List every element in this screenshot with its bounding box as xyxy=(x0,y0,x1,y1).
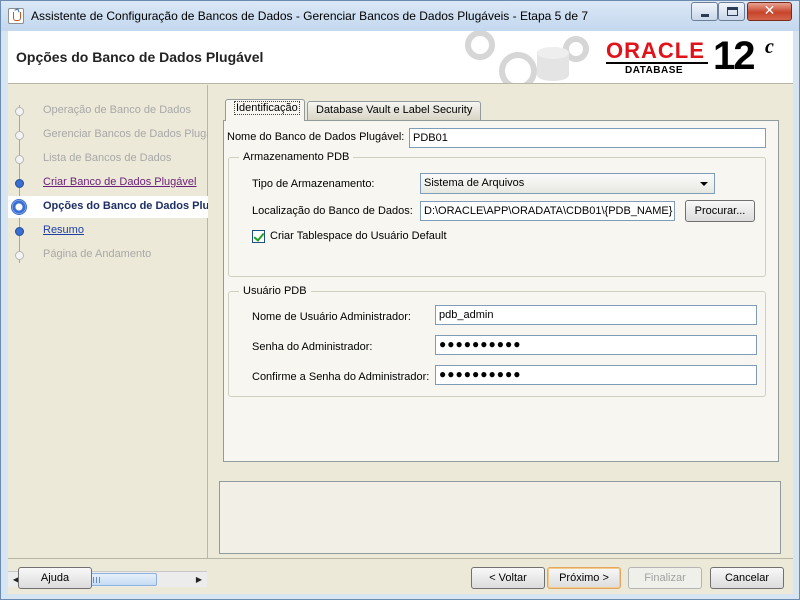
steps-panel: Operação de Banco de Dados Gerenciar Ban… xyxy=(8,85,208,587)
pdb-user-group: Usuário PDB Nome de Usuário Administrado… xyxy=(228,285,766,397)
chevron-down-icon xyxy=(700,182,708,186)
identificacao-tab-panel: Nome do Banco de Dados Plugável: PDB01 A… xyxy=(223,120,779,462)
admin-user-label: Nome de Usuário Administrador: xyxy=(252,311,411,323)
step-dot-icon xyxy=(15,251,24,260)
storage-type-select[interactable]: Sistema de Arquivos xyxy=(420,173,715,194)
back-button[interactable]: < Voltar xyxy=(471,567,545,589)
window-title: Assistente de Configuração de Bancos de … xyxy=(31,9,588,23)
confirm-password-input[interactable]: ●●●●●●●●●● xyxy=(435,365,757,385)
current-step-icon xyxy=(11,199,27,215)
location-label: Localização do Banco de Dados: xyxy=(252,205,413,217)
tablespace-checkbox-label[interactable]: Criar Tablespace do Usuário Default xyxy=(270,230,447,242)
tab-label: Identificação xyxy=(234,101,300,115)
logo-divider xyxy=(606,62,708,64)
step-dot-icon xyxy=(15,155,24,164)
pdb-name-label: Nome do Banco de Dados Plugável: xyxy=(227,131,405,143)
step-resumo[interactable]: Resumo xyxy=(8,220,208,242)
close-button[interactable]: ✕ xyxy=(747,2,792,21)
pdb-name-input[interactable]: PDB01 xyxy=(409,128,766,148)
tab-label: Database Vault e Label Security xyxy=(316,104,473,116)
close-icon: ✕ xyxy=(763,3,776,19)
wizard-header: Opções do Banco de Dados Plugável ORACLE xyxy=(8,31,793,84)
finish-button: Finalizar xyxy=(628,567,702,589)
gears-decoration-icon xyxy=(465,31,589,83)
tab-identificacao[interactable]: Identificação xyxy=(225,99,305,121)
content-panel: Identificação Database Vault e Label Sec… xyxy=(219,85,793,558)
minimize-button[interactable] xyxy=(691,2,718,21)
step-gerenciar: Gerenciar Bancos de Dados Plugá xyxy=(8,124,208,146)
minimize-icon xyxy=(701,14,709,17)
step-label: Lista de Bancos de Dados xyxy=(43,152,172,164)
step-label[interactable]: Criar Banco de Dados Plugável xyxy=(43,176,196,188)
maximize-button[interactable] xyxy=(718,2,745,21)
admin-user-input[interactable]: pdb_admin xyxy=(435,305,757,325)
step-andamento: Página de Andamento xyxy=(8,244,208,266)
java-app-icon xyxy=(8,8,24,24)
tab-database-vault[interactable]: Database Vault e Label Security xyxy=(307,101,481,120)
tablespace-checkbox[interactable] xyxy=(252,230,265,243)
message-area xyxy=(219,481,781,554)
step-label[interactable]: Resumo xyxy=(43,224,84,236)
next-button[interactable]: Próximo > xyxy=(547,567,621,589)
step-dot-icon xyxy=(15,107,24,116)
admin-password-label: Senha do Administrador: xyxy=(252,341,373,353)
cancel-button[interactable]: Cancelar xyxy=(710,567,784,589)
storage-type-label: Tipo de Armazenamento: xyxy=(252,178,375,190)
storage-type-value: Sistema de Arquivos xyxy=(424,177,525,189)
step-label: Página de Andamento xyxy=(43,248,152,260)
step-operacao: Operação de Banco de Dados xyxy=(8,100,208,122)
version-logo: 12 xyxy=(713,34,755,78)
footer-divider xyxy=(8,558,793,559)
page-title: Opções do Banco de Dados Plugável xyxy=(16,49,264,65)
step-dot-icon xyxy=(15,131,24,140)
database-logo-text: DATABASE xyxy=(625,65,684,76)
browse-button[interactable]: Procurar... xyxy=(685,200,755,222)
location-input[interactable]: D:\ORACLE\APP\ORADATA\CDB01\{PDB_NAME} xyxy=(420,201,675,221)
oracle-logo: ORACLE xyxy=(606,38,705,63)
wizard-client-area: Opções do Banco de Dados Plugável ORACLE xyxy=(8,31,793,594)
pdb-user-group-title: Usuário PDB xyxy=(239,285,311,297)
step-criar-pdb[interactable]: Criar Banco de Dados Plugável xyxy=(8,172,208,194)
step-label: Opções do Banco de Dados Plu xyxy=(43,200,208,212)
version-suffix: c xyxy=(765,36,774,58)
wizard-window: Assistente de Configuração de Bancos de … xyxy=(0,0,800,600)
step-lista: Lista de Bancos de Dados xyxy=(8,148,208,170)
admin-password-input[interactable]: ●●●●●●●●●● xyxy=(435,335,757,355)
step-label: Operação de Banco de Dados xyxy=(43,104,191,116)
step-label: Gerenciar Bancos de Dados Plugá xyxy=(43,128,208,140)
help-button[interactable]: Ajuda xyxy=(18,567,92,589)
step-dot-icon xyxy=(15,227,24,236)
storage-group: Armazenamento PDB Tipo de Armazenamento:… xyxy=(228,151,766,277)
confirm-password-label: Confirme a Senha do Administrador: xyxy=(252,371,430,383)
maximize-icon xyxy=(727,7,738,16)
storage-group-title: Armazenamento PDB xyxy=(239,151,354,163)
step-dot-icon xyxy=(15,179,24,188)
scroll-right-icon[interactable]: ▶ xyxy=(191,572,207,587)
step-opcoes-current: Opções do Banco de Dados Plu xyxy=(8,196,208,218)
title-bar[interactable]: Assistente de Configuração de Bancos de … xyxy=(1,1,799,31)
